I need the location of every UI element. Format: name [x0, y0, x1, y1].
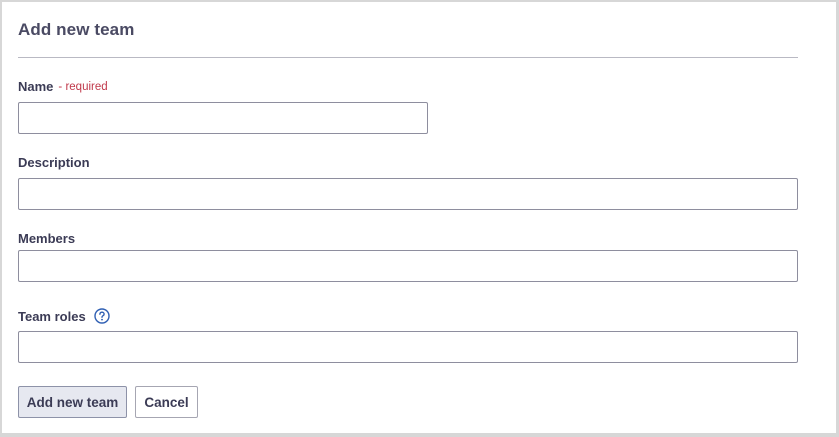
members-label: Members: [18, 231, 76, 246]
members-input[interactable]: [18, 250, 798, 282]
add-team-panel: Add new team Name - required Description…: [2, 2, 836, 433]
title-divider: [18, 57, 798, 58]
add-new-team-button[interactable]: Add new team: [18, 386, 127, 418]
members-label-row: Members: [18, 231, 75, 246]
description-label: Description: [18, 155, 90, 170]
name-input[interactable]: [18, 102, 428, 134]
description-label-row: Description: [18, 155, 90, 170]
question-circle-icon[interactable]: [93, 308, 110, 324]
team-roles-label: Team roles: [18, 308, 86, 324]
name-label: Name: [18, 79, 54, 94]
team-roles-label-row: Team roles: [18, 308, 110, 324]
description-input[interactable]: [18, 178, 798, 210]
name-label-row: Name - required: [18, 79, 108, 94]
required-indicator: - required: [58, 80, 108, 93]
team-roles-input[interactable]: [18, 331, 798, 363]
cancel-button[interactable]: Cancel: [135, 386, 198, 418]
page-title: Add new team: [18, 20, 135, 39]
